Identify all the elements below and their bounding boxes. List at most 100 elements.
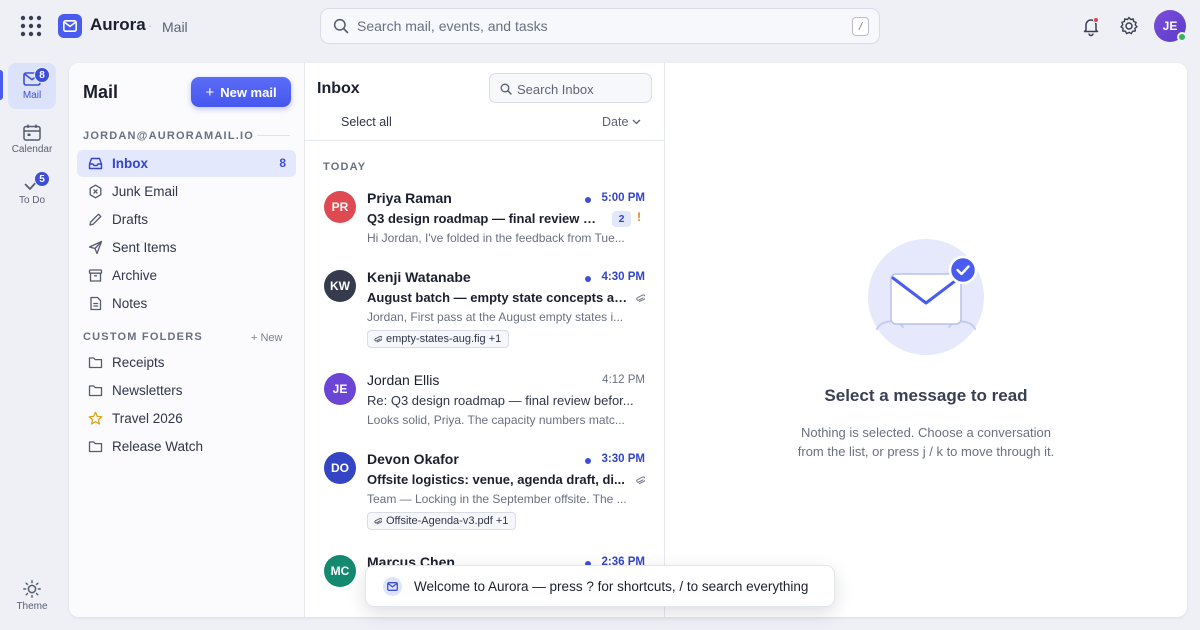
plus-icon: + (205, 83, 215, 101)
folder-item-sent[interactable]: Sent Items (77, 234, 296, 261)
note-icon (88, 296, 103, 311)
new-mail-button[interactable]: + New mail (191, 77, 291, 107)
rail-active-indicator (0, 70, 3, 100)
account-email: JORDAN@AURORAMAIL.IO (83, 130, 255, 142)
attachment-name: empty-states-aug.fig +1 (386, 333, 502, 345)
important-icon: ! (637, 210, 641, 224)
top-bar: Aurora · Mail / JE (0, 0, 1200, 52)
sender-avatar: JE (324, 373, 356, 405)
message-preview: Jordan, First pass at the August empty s… (367, 310, 624, 324)
message-time: 4:30 PM (601, 271, 645, 283)
online-status-dot (1177, 32, 1187, 42)
attachment-chip[interactable]: empty-states-aug.fig +1 (367, 330, 510, 348)
folder-item-drafts[interactable]: Drafts (77, 206, 296, 233)
calendar-icon (23, 124, 41, 141)
folder-icon (88, 383, 103, 398)
list-title: Inbox (317, 80, 360, 97)
custom-folders-heading: CUSTOM FOLDERS (83, 331, 203, 343)
main-card: Mail + New mail JORDAN@AURORAMAIL.IO Inb… (69, 63, 1187, 617)
message-sender: Priya Raman (367, 190, 452, 206)
message-preview: Looks solid, Priya. The capacity numbers… (367, 413, 625, 427)
app-section: Mail (162, 19, 188, 35)
global-search-input[interactable] (357, 16, 837, 36)
message-time: 3:30 PM (601, 453, 645, 465)
sender-avatar: MC (324, 555, 356, 587)
divider (257, 135, 290, 136)
rail-item-calendar[interactable]: Calendar (8, 116, 56, 162)
folder-label: Travel 2026 (112, 411, 183, 426)
search-icon (333, 18, 349, 34)
rail-label: Calendar (11, 144, 53, 155)
message-subject: Re: Q3 design roadmap — final review bef… (367, 393, 634, 408)
sort-dropdown[interactable]: Date (602, 115, 641, 129)
folder-item-release-watch[interactable]: Release Watch (77, 433, 296, 460)
inbox-search-input[interactable] (517, 80, 645, 98)
paperclip-icon (636, 292, 645, 304)
folder-item-junk[interactable]: Junk Email (77, 178, 296, 205)
welcome-toast[interactable]: Welcome to Aurora — press ? for shortcut… (365, 565, 835, 607)
rail-item-theme[interactable]: Theme (8, 576, 56, 622)
unread-dot (585, 276, 591, 282)
todo-count-badge: 5 (34, 171, 50, 187)
message-list-pane: Inbox Select all Date TODAY PR Priya Ram… (305, 63, 665, 617)
folder-label: Inbox (112, 156, 148, 171)
title-separator: · (148, 18, 153, 33)
folder-icon (88, 355, 103, 370)
new-folder-link[interactable]: + New (251, 332, 283, 344)
search-shortcut-hint: / (852, 17, 869, 36)
rail-label: Mail (22, 90, 42, 101)
folder-item-archive[interactable]: Archive (77, 262, 296, 289)
sender-avatar: DO (324, 452, 356, 484)
toast-message: Welcome to Aurora — press ? for shortcut… (414, 579, 809, 594)
notification-dot (1093, 17, 1099, 23)
gear-icon[interactable] (1118, 15, 1140, 37)
sort-label: Date (602, 115, 629, 129)
rail-label: Theme (16, 601, 48, 612)
select-all-toggle[interactable]: Select all (341, 115, 392, 129)
folder-label: Drafts (112, 212, 149, 227)
folder-label: Release Watch (112, 439, 204, 454)
folder-item-receipts[interactable]: Receipts (77, 349, 296, 376)
empty-state-line: from the list, or press j / k to move th… (797, 444, 1055, 459)
rail-label: To Do (18, 195, 46, 206)
folder-icon (88, 439, 103, 454)
new-mail-label: New mail (220, 84, 277, 100)
folder-label: Junk Email (112, 184, 179, 199)
app-launcher-icon[interactable] (20, 15, 42, 37)
app-name: Aurora (90, 15, 146, 34)
message-preview: Team — Locking in the September offsite.… (367, 492, 627, 506)
mail-unread-badge: 8 (34, 67, 50, 83)
unread-dot (585, 458, 591, 464)
message-time: 5:00 PM (601, 192, 645, 204)
message-row[interactable]: DO Devon Okafor 3:30 PM Offsite logistic… (305, 451, 664, 534)
sender-avatar: PR (324, 191, 356, 223)
date-group-heading: TODAY (323, 161, 367, 173)
attachment-chip[interactable]: Offsite-Agenda-v3.pdf +1 (367, 512, 517, 530)
paper-plane-icon (88, 240, 103, 255)
folder-item-inbox[interactable]: Inbox 8 (77, 150, 296, 177)
message-row[interactable]: JE Jordan Ellis 4:12 PM Re: Q3 design ro… (305, 372, 664, 433)
thread-count-badge: 2 (612, 211, 631, 227)
reading-pane: Select a message to read Nothing is sele… (665, 63, 1187, 617)
sender-avatar: KW (324, 270, 356, 302)
message-row[interactable]: KW Kenji Watanabe 4:30 PM August batch —… (305, 269, 664, 352)
message-row[interactable]: PR Priya Raman 5:00 PM Q3 design roadmap… (305, 190, 664, 251)
inbox-icon (88, 156, 103, 171)
paperclip-icon (636, 474, 645, 486)
inbox-search-box[interactable] (489, 73, 652, 103)
unread-dot (585, 197, 591, 203)
global-search-box[interactable]: / (320, 8, 880, 44)
folder-item-notes[interactable]: Notes (77, 290, 296, 317)
empty-state-line: Nothing is selected. Choose a conversati… (800, 425, 1052, 440)
star-icon (88, 411, 103, 426)
shield-x-icon (88, 184, 103, 199)
empty-state-title: Select a message to read (824, 386, 1028, 405)
app-logo-icon (58, 14, 82, 38)
folder-label: Archive (112, 268, 158, 283)
message-subject: Offsite logistics: venue, agenda draft, … (367, 472, 625, 487)
pencil-icon (88, 212, 103, 227)
message-sender: Kenji Watanabe (367, 269, 471, 285)
divider (305, 140, 664, 141)
folder-item-newsletters[interactable]: Newsletters (77, 377, 296, 404)
folder-item-travel-2026[interactable]: Travel 2026 (77, 405, 296, 432)
